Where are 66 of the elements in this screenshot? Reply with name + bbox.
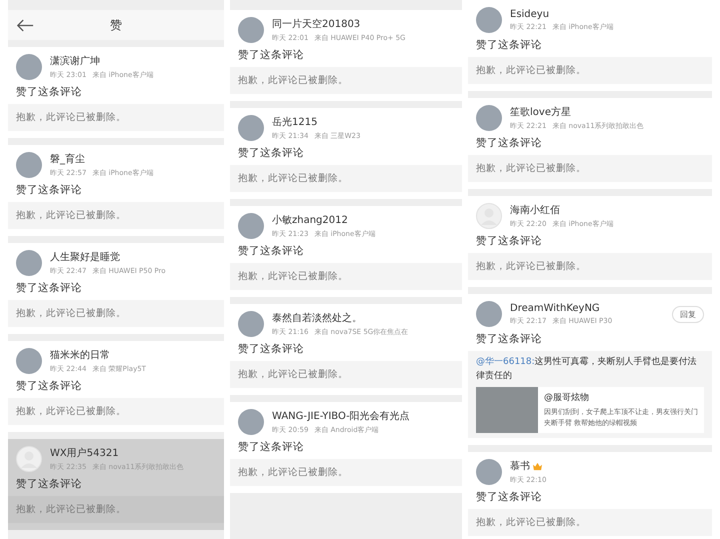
post-author: @服哥炫物 bbox=[544, 392, 590, 404]
mention-link[interactable]: @华一66118: bbox=[476, 357, 535, 367]
deleted-comment-notice: 抱歉，此评论已被删除。 bbox=[8, 202, 224, 229]
action-text: 赞了这条评论 bbox=[15, 183, 83, 198]
user-name[interactable]: 小敏zhang2012 bbox=[272, 213, 348, 227]
deleted-comment-notice: 抱歉，此评论已被删除。 bbox=[8, 496, 224, 523]
action-text: 赞了这条评论 bbox=[15, 281, 83, 296]
user-name[interactable]: 笙歌love方星 bbox=[510, 105, 571, 119]
deleted-comment-notice: 抱歉，此评论已被删除。 bbox=[230, 165, 462, 192]
action-text: 赞了这条评论 bbox=[237, 48, 305, 63]
deleted-comment-notice: 抱歉，此评论已被删除。 bbox=[230, 67, 462, 94]
action-text: 赞了这条评论 bbox=[475, 332, 543, 347]
user-name[interactable]: 泰然自若淡然处之。 bbox=[272, 311, 362, 325]
avatar-photo[interactable] bbox=[476, 7, 502, 33]
avatar-photo[interactable] bbox=[16, 152, 42, 178]
deleted-comment-notice: 抱歉，此评论已被删除。 bbox=[230, 459, 462, 486]
action-text: 赞了这条评论 bbox=[15, 477, 83, 492]
action-text: 赞了这条评论 bbox=[237, 440, 305, 455]
photo-placeholder bbox=[476, 387, 538, 433]
deleted-comment-notice: 抱歉，此评论已被删除。 bbox=[468, 509, 712, 536]
avatar-photo[interactable] bbox=[16, 54, 42, 80]
avatar-photo[interactable] bbox=[238, 311, 264, 337]
user-name[interactable]: DreamWithKeyNG bbox=[510, 302, 600, 314]
action-text: 赞了这条评论 bbox=[475, 234, 543, 249]
page-title: 赞 bbox=[109, 16, 123, 34]
avatar-photo[interactable] bbox=[476, 301, 502, 327]
user-name[interactable]: 海南小红佰 bbox=[510, 203, 560, 217]
deleted-comment-notice: 抱歉，此评论已被删除。 bbox=[8, 104, 224, 131]
deleted-comment-notice: 抱歉，此评论已被删除。 bbox=[468, 57, 712, 84]
deleted-comment-notice: 抱歉，此评论已被删除。 bbox=[468, 253, 712, 280]
avatar-photo[interactable] bbox=[238, 409, 264, 435]
comment-text: @华一66118:这男性可真霉，夹断别人手臂也是要付法律责任的 bbox=[476, 356, 698, 382]
user-name[interactable]: 猫米米的日常 bbox=[50, 348, 110, 362]
action-text: 赞了这条评论 bbox=[237, 244, 305, 259]
user-name[interactable]: 岳光1215 bbox=[272, 115, 318, 129]
avatar-photo[interactable] bbox=[476, 105, 502, 131]
action-text: 赞了这条评论 bbox=[237, 342, 305, 357]
user-name[interactable]: WANG-JIE-YIBO-阳光会有光点 bbox=[272, 409, 410, 423]
user-name[interactable]: 人生聚好是睡觉 bbox=[50, 250, 120, 264]
action-text: 赞了这条评论 bbox=[237, 146, 305, 161]
avatar-photo[interactable] bbox=[238, 115, 264, 141]
back-icon[interactable] bbox=[16, 18, 34, 32]
user-name[interactable]: 磐_育尘 bbox=[50, 152, 85, 166]
deleted-comment-notice: 抱歉，此评论已被删除。 bbox=[8, 398, 224, 425]
action-text: 赞了这条评论 bbox=[475, 490, 543, 505]
deleted-comment-notice: 抱歉，此评论已被删除。 bbox=[8, 300, 224, 327]
avatar-photo[interactable] bbox=[476, 459, 502, 485]
deleted-comment-notice: 抱歉，此评论已被删除。 bbox=[468, 155, 712, 182]
action-text: 赞了这条评论 bbox=[475, 38, 543, 53]
action-text: 赞了这条评论 bbox=[15, 379, 83, 394]
user-name[interactable]: 慕书 bbox=[510, 459, 530, 473]
user-name[interactable]: 同一片天空201803 bbox=[272, 17, 360, 31]
avatar-photo[interactable] bbox=[16, 250, 42, 276]
deleted-comment-notice: 抱歉，此评论已被删除。 bbox=[230, 361, 462, 388]
default-avatar-icon[interactable] bbox=[16, 446, 42, 472]
avatar-photo[interactable] bbox=[238, 17, 264, 43]
reply-button[interactable]: 回复 bbox=[672, 306, 704, 322]
user-name[interactable]: Esideyu bbox=[510, 8, 550, 20]
avatar-photo[interactable] bbox=[238, 213, 264, 239]
action-text: 赞了这条评论 bbox=[475, 136, 543, 151]
deleted-comment-notice: 抱歉，此评论已被删除。 bbox=[230, 263, 462, 290]
user-name[interactable]: 潇滨谢广坤 bbox=[50, 54, 100, 68]
user-name[interactable]: WX用户54321 bbox=[50, 446, 119, 460]
avatar-photo[interactable] bbox=[16, 348, 42, 374]
action-text: 赞了这条评论 bbox=[15, 85, 83, 100]
default-avatar-icon[interactable] bbox=[476, 203, 502, 229]
